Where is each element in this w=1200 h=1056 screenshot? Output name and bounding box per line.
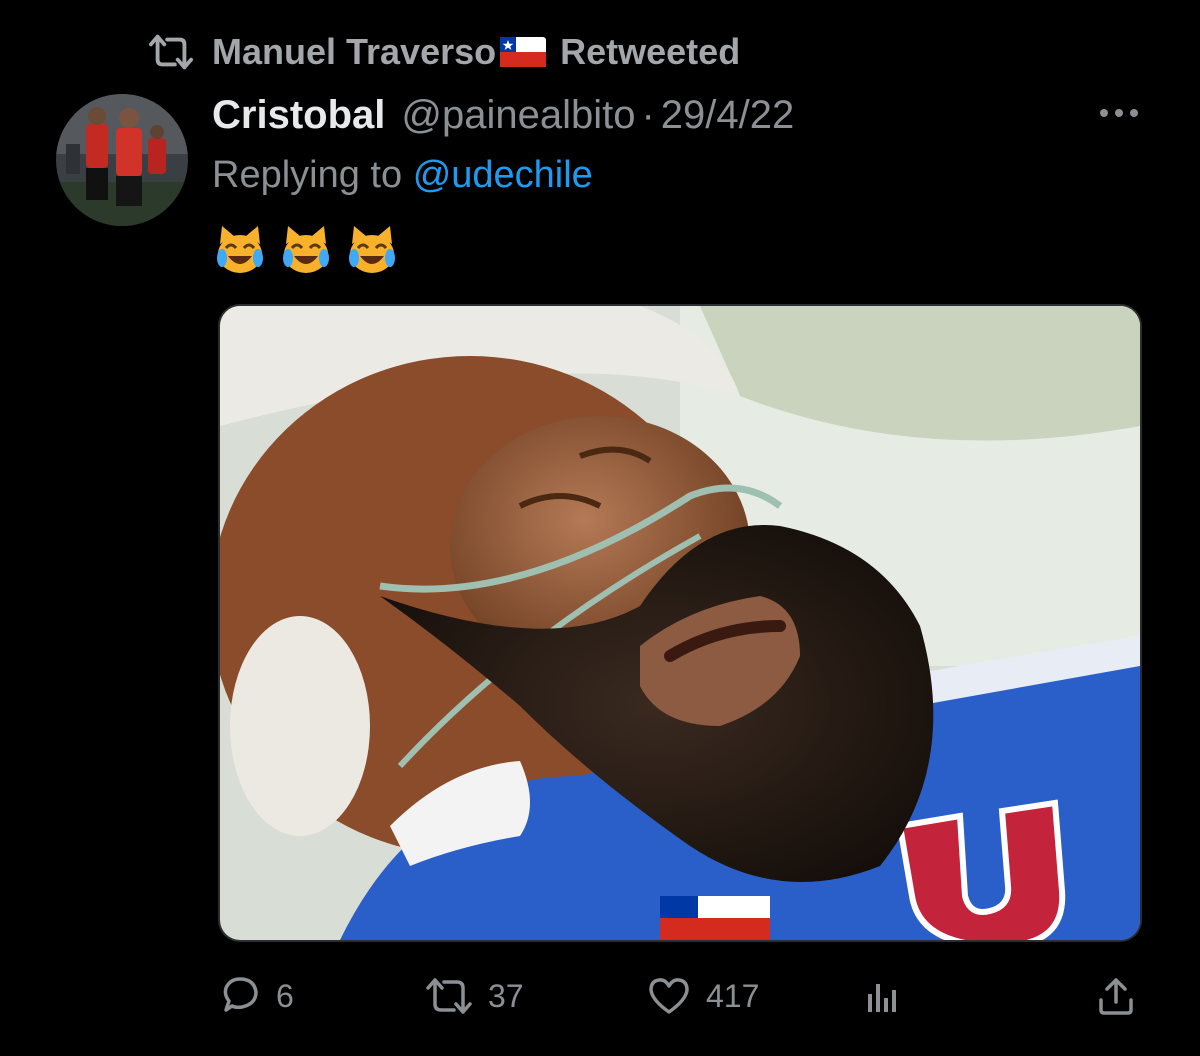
share-icon (1099, 978, 1133, 1015)
retweet-icon (426, 978, 472, 1014)
reply-count: 6 (276, 977, 294, 1014)
reply-prefix: Replying to (212, 154, 403, 196)
tweet-actions: 6 37 417 (0, 968, 1200, 1028)
more-icon (1100, 109, 1138, 117)
analytics-icon (868, 984, 896, 1012)
tweet-date[interactable]: 29/4/22 (661, 93, 794, 138)
avatar[interactable] (56, 94, 188, 226)
retweet-button[interactable]: 37 (424, 968, 524, 1024)
reply-to-link[interactable]: @udechile (413, 154, 593, 196)
avatar-image (56, 94, 188, 226)
cat-tears-of-joy-icon (349, 226, 395, 273)
replying-to: Replying to @udechile (212, 154, 593, 197)
retweeter-name[interactable]: Manuel Traverso (212, 31, 496, 73)
analytics-button[interactable] (860, 968, 904, 1024)
retweet-icon (148, 34, 194, 70)
retweet-context: Manuel Traverso Retweeted (148, 30, 740, 74)
cat-tears-of-joy-icon (283, 226, 329, 273)
meme-photo (220, 306, 1140, 940)
tweet-media-image[interactable] (218, 304, 1142, 942)
user-handle[interactable]: @painealbito (401, 93, 635, 138)
tweet-text (214, 224, 398, 276)
like-count: 417 (706, 977, 760, 1014)
share-button[interactable] (1094, 968, 1138, 1024)
display-name[interactable]: Cristobal (212, 93, 385, 138)
heart-icon (649, 978, 689, 1014)
chile-flag-icon (500, 37, 547, 67)
tweet-header: Cristobal @painealbito · 29/4/22 (212, 90, 794, 140)
retweeted-label: Retweeted (560, 31, 741, 72)
cat-tears-of-joy-icon (217, 226, 263, 273)
retweet-count: 37 (488, 977, 524, 1014)
like-button[interactable]: 417 (646, 968, 759, 1024)
reply-button[interactable]: 6 (218, 968, 294, 1024)
more-options-button[interactable] (1094, 98, 1144, 128)
reply-icon (223, 977, 258, 1012)
separator-dot: · (641, 92, 655, 137)
